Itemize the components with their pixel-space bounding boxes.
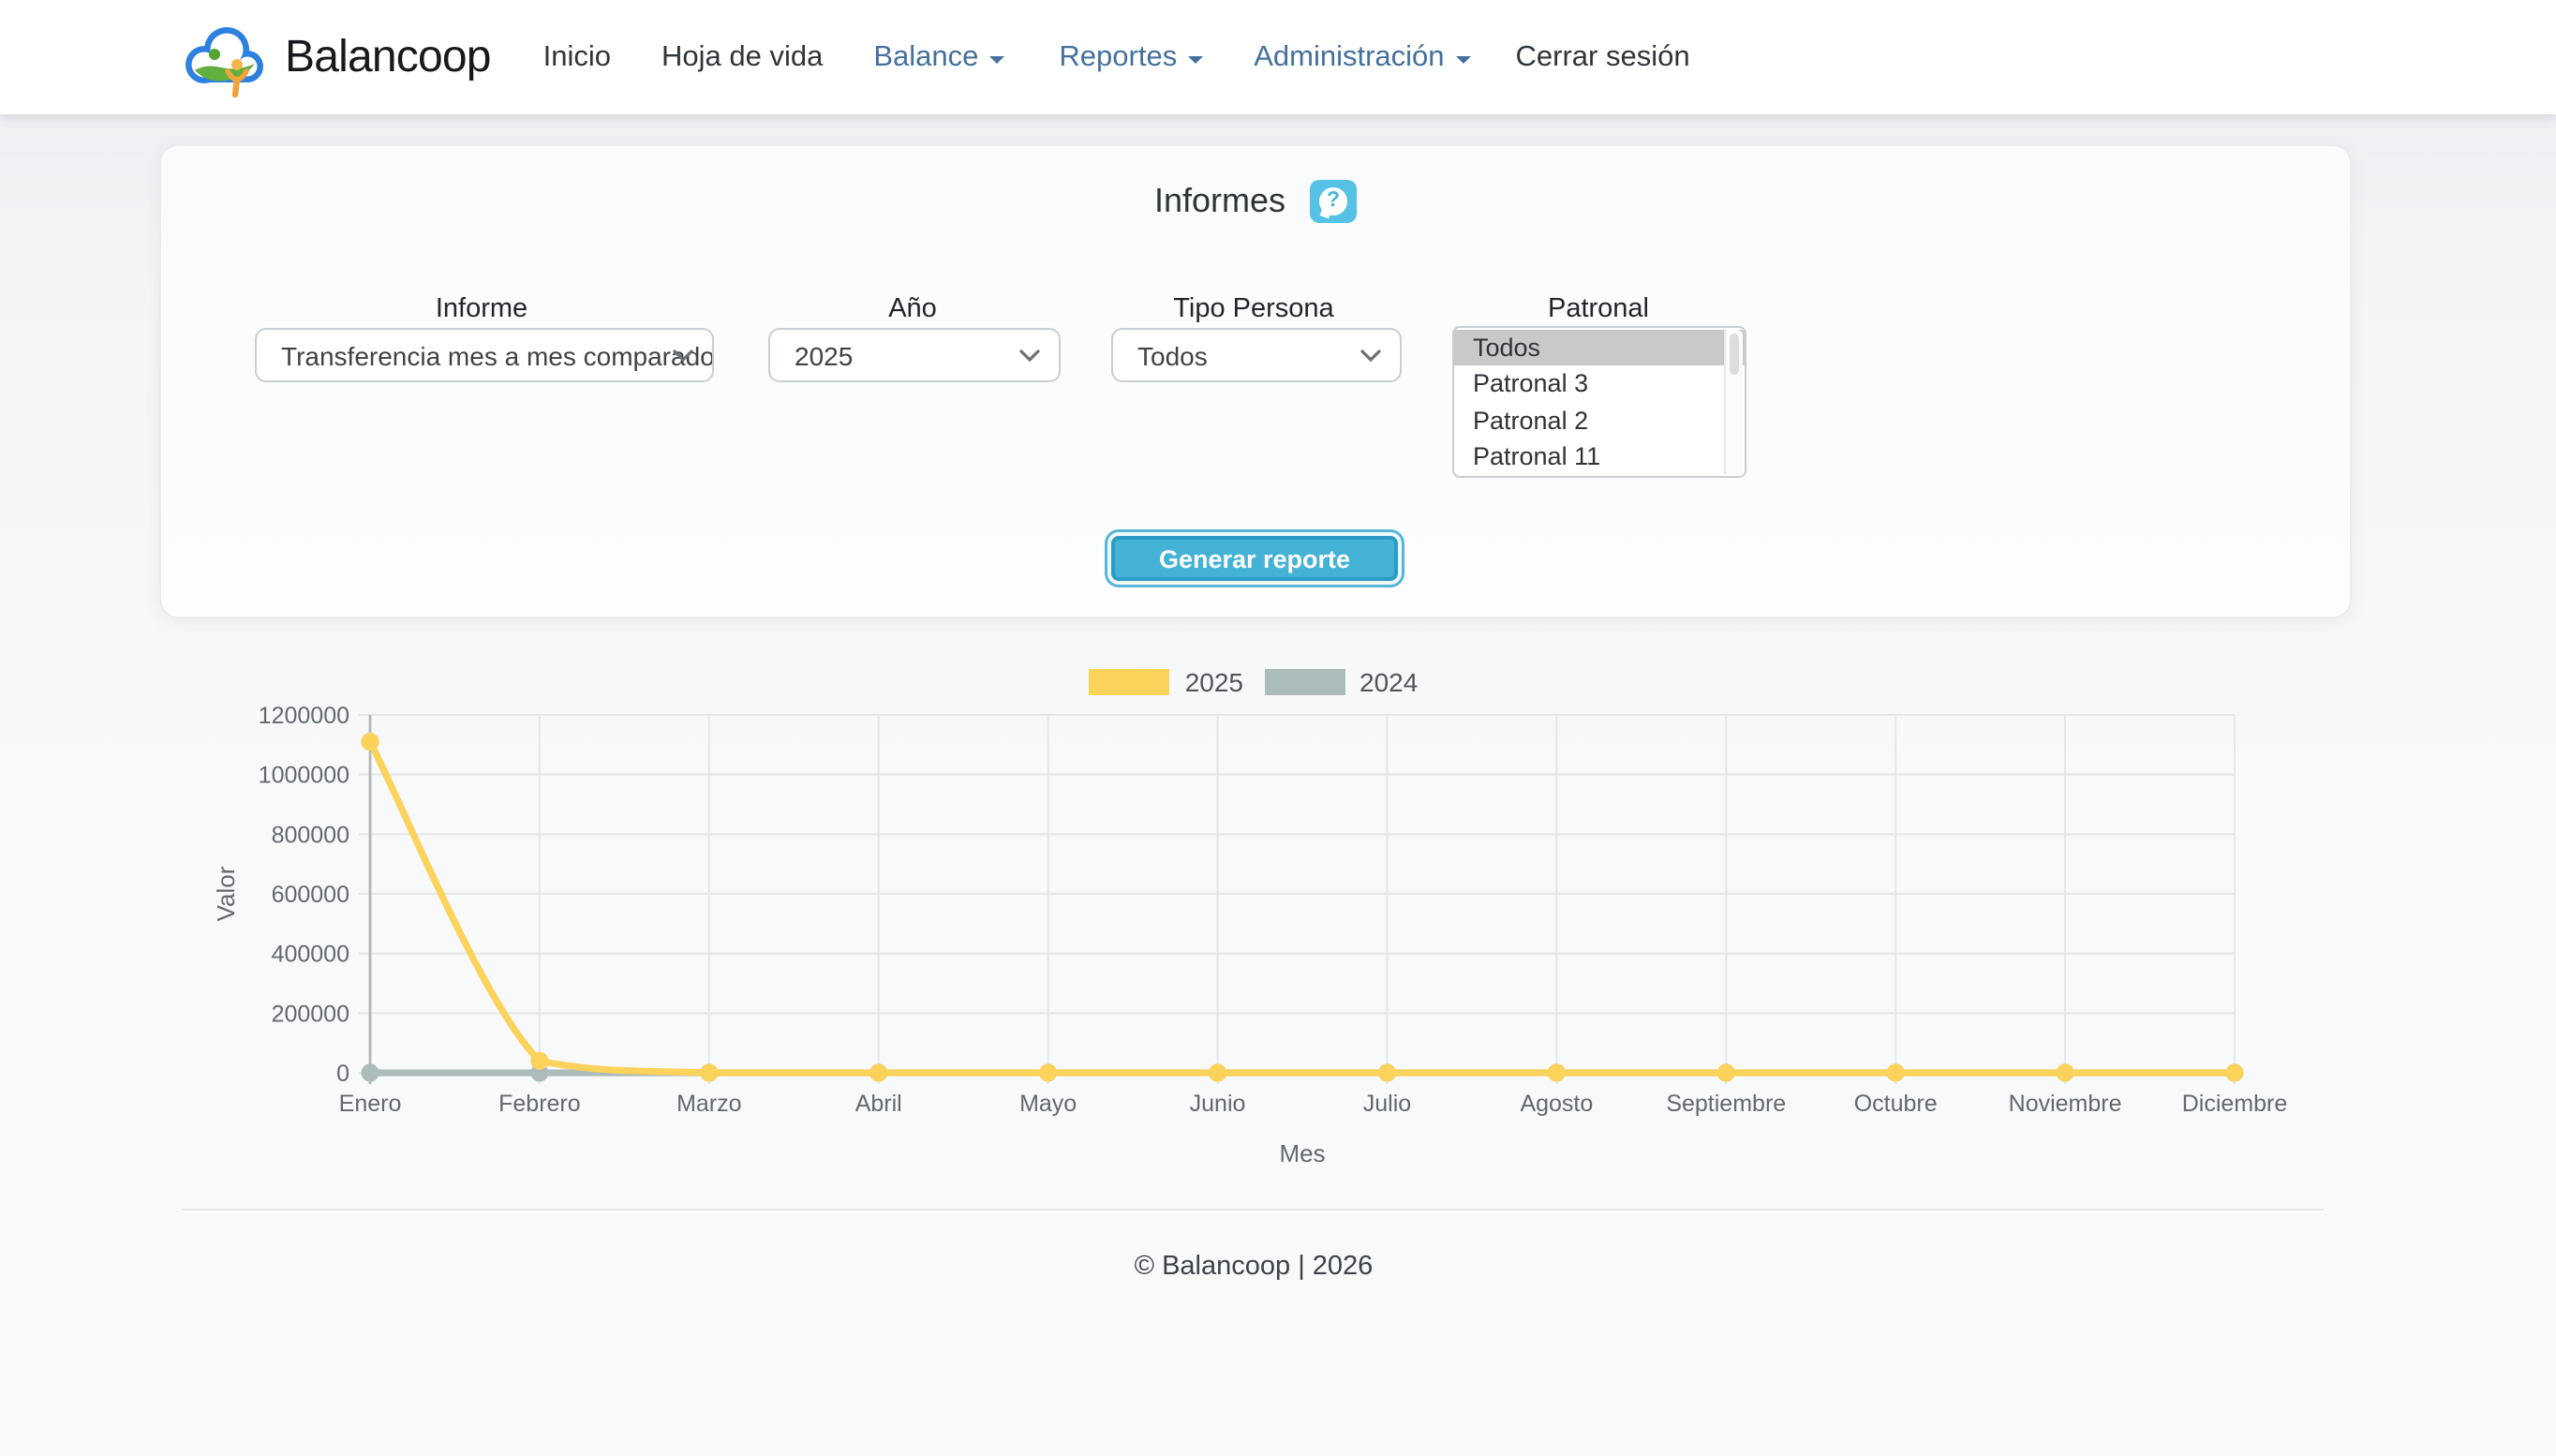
svg-text:Septiembre: Septiembre — [1666, 1091, 1786, 1117]
help-button[interactable]: ? — [1310, 180, 1357, 223]
svg-text:Noviembre: Noviembre — [2009, 1091, 2122, 1117]
legend-item-2025[interactable]: 2025 — [1090, 667, 1243, 697]
line-chart: 0 200000 400000 600000 800000 1000000 1200000 E… — [159, 706, 2348, 1209]
panel-title: Informes — [1154, 182, 1285, 221]
anio-select-value: 2025 — [770, 340, 853, 370]
svg-text:Abril: Abril — [855, 1091, 902, 1117]
anio-select[interactable]: 2025 — [768, 328, 1061, 382]
chevron-down-icon — [673, 349, 693, 362]
legend-swatch-2024 — [1264, 669, 1345, 695]
svg-text:200000: 200000 — [272, 1001, 349, 1027]
legend-label-2025: 2025 — [1185, 667, 1243, 697]
svg-text:600000: 600000 — [272, 882, 349, 908]
legend-item-2024[interactable]: 2024 — [1264, 667, 1418, 697]
nav-item-reportes[interactable]: Reportes — [1059, 40, 1203, 74]
svg-text:Marzo: Marzo — [676, 1091, 741, 1117]
navbar: Balancoop Inicio Hoja de vida Balance Re… — [0, 0, 2556, 114]
nav-item-cerrar-sesion[interactable]: Cerrar sesión — [1516, 40, 1690, 74]
informe-select-value: Transferencia mes a mes comparado — [257, 340, 712, 370]
divider — [182, 1209, 2324, 1212]
chart-section: 2025 2024 0 200000 400000 600000 800000 10000… — [159, 628, 2348, 1209]
page: Balancoop Inicio Hoja de vida Balance Re… — [0, 0, 2556, 1456]
anio-label: Año — [888, 294, 937, 324]
patronal-option-todos[interactable]: Todos — [1454, 329, 1745, 364]
chevron-down-icon — [1019, 349, 1040, 362]
question-mark-icon: ? — [1319, 187, 1348, 216]
listbox-scrollbar[interactable] — [1724, 330, 1743, 474]
chevron-down-icon — [1456, 55, 1471, 63]
generar-reporte-button[interactable]: Generar reporte — [1111, 536, 1398, 581]
nav-item-administracion-label: Administración — [1254, 40, 1444, 74]
nav-item-inicio[interactable]: Inicio — [543, 40, 611, 74]
svg-text:Agosto: Agosto — [1520, 1091, 1593, 1117]
patronal-option-patronal-3[interactable]: Patronal 3 — [1454, 365, 1745, 401]
legend-swatch-2025 — [1090, 669, 1170, 695]
tipo-persona-select-value: Todos — [1113, 340, 1208, 370]
svg-text:Diciembre: Diciembre — [2182, 1091, 2288, 1117]
scrollbar-thumb[interactable] — [1729, 334, 1738, 375]
informes-panel: Informes ? Informe Año Tipo Persona Patr… — [159, 144, 2352, 618]
nav-links: Inicio Hoja de vida Balance Reportes Adm… — [491, 40, 1690, 74]
svg-text:400000: 400000 — [272, 942, 349, 968]
svg-text:800000: 800000 — [272, 822, 349, 848]
legend-label-2024: 2024 — [1360, 667, 1418, 697]
svg-text:1200000: 1200000 — [259, 706, 349, 729]
chevron-down-icon — [1360, 349, 1381, 362]
svg-text:Junio: Junio — [1190, 1091, 1246, 1117]
nav-item-reportes-label: Reportes — [1059, 40, 1177, 74]
patronal-label: Patronal — [1548, 294, 1649, 324]
brand-name: Balancoop — [285, 31, 491, 83]
svg-text:Julio: Julio — [1363, 1091, 1411, 1117]
chart-legend: 2025 2024 — [159, 667, 2348, 697]
svg-text:Valor: Valor — [212, 866, 240, 921]
footer-text: © Balancoop | 2026 — [159, 1252, 2348, 1282]
svg-text:0: 0 — [336, 1061, 349, 1087]
svg-text:Enero: Enero — [339, 1091, 402, 1117]
panel-title-row: Informes ? — [161, 180, 2350, 223]
nav-item-balance-label: Balance — [873, 40, 978, 74]
chevron-down-icon — [1188, 55, 1203, 63]
svg-text:Mayo: Mayo — [1019, 1091, 1077, 1117]
patronal-option-patronal-11[interactable]: Patronal 11 — [1454, 438, 1745, 474]
svg-text:Febrero: Febrero — [498, 1091, 581, 1117]
informe-select[interactable]: Transferencia mes a mes comparado — [255, 328, 714, 382]
patronal-listbox[interactable]: Todos Patronal 3 Patronal 2 Patronal 11 — [1452, 326, 1746, 478]
chevron-down-icon — [989, 55, 1004, 63]
svg-text:Octubre: Octubre — [1854, 1091, 1938, 1117]
informe-label: Informe — [436, 294, 528, 324]
nav-item-balance[interactable]: Balance — [873, 40, 1004, 74]
svg-text:Mes: Mes — [1279, 1139, 1325, 1167]
tipo-persona-label: Tipo Persona — [1173, 294, 1333, 324]
brand[interactable]: Balancoop — [178, 10, 491, 104]
svg-text:1000000: 1000000 — [259, 763, 349, 789]
tipo-persona-select[interactable]: Todos — [1111, 328, 1402, 382]
balancoop-logo-icon — [178, 10, 272, 104]
nav-item-hoja-de-vida[interactable]: Hoja de vida — [661, 40, 823, 74]
patronal-option-patronal-2[interactable]: Patronal 2 — [1454, 402, 1745, 438]
nav-item-administracion[interactable]: Administración — [1254, 40, 1470, 74]
